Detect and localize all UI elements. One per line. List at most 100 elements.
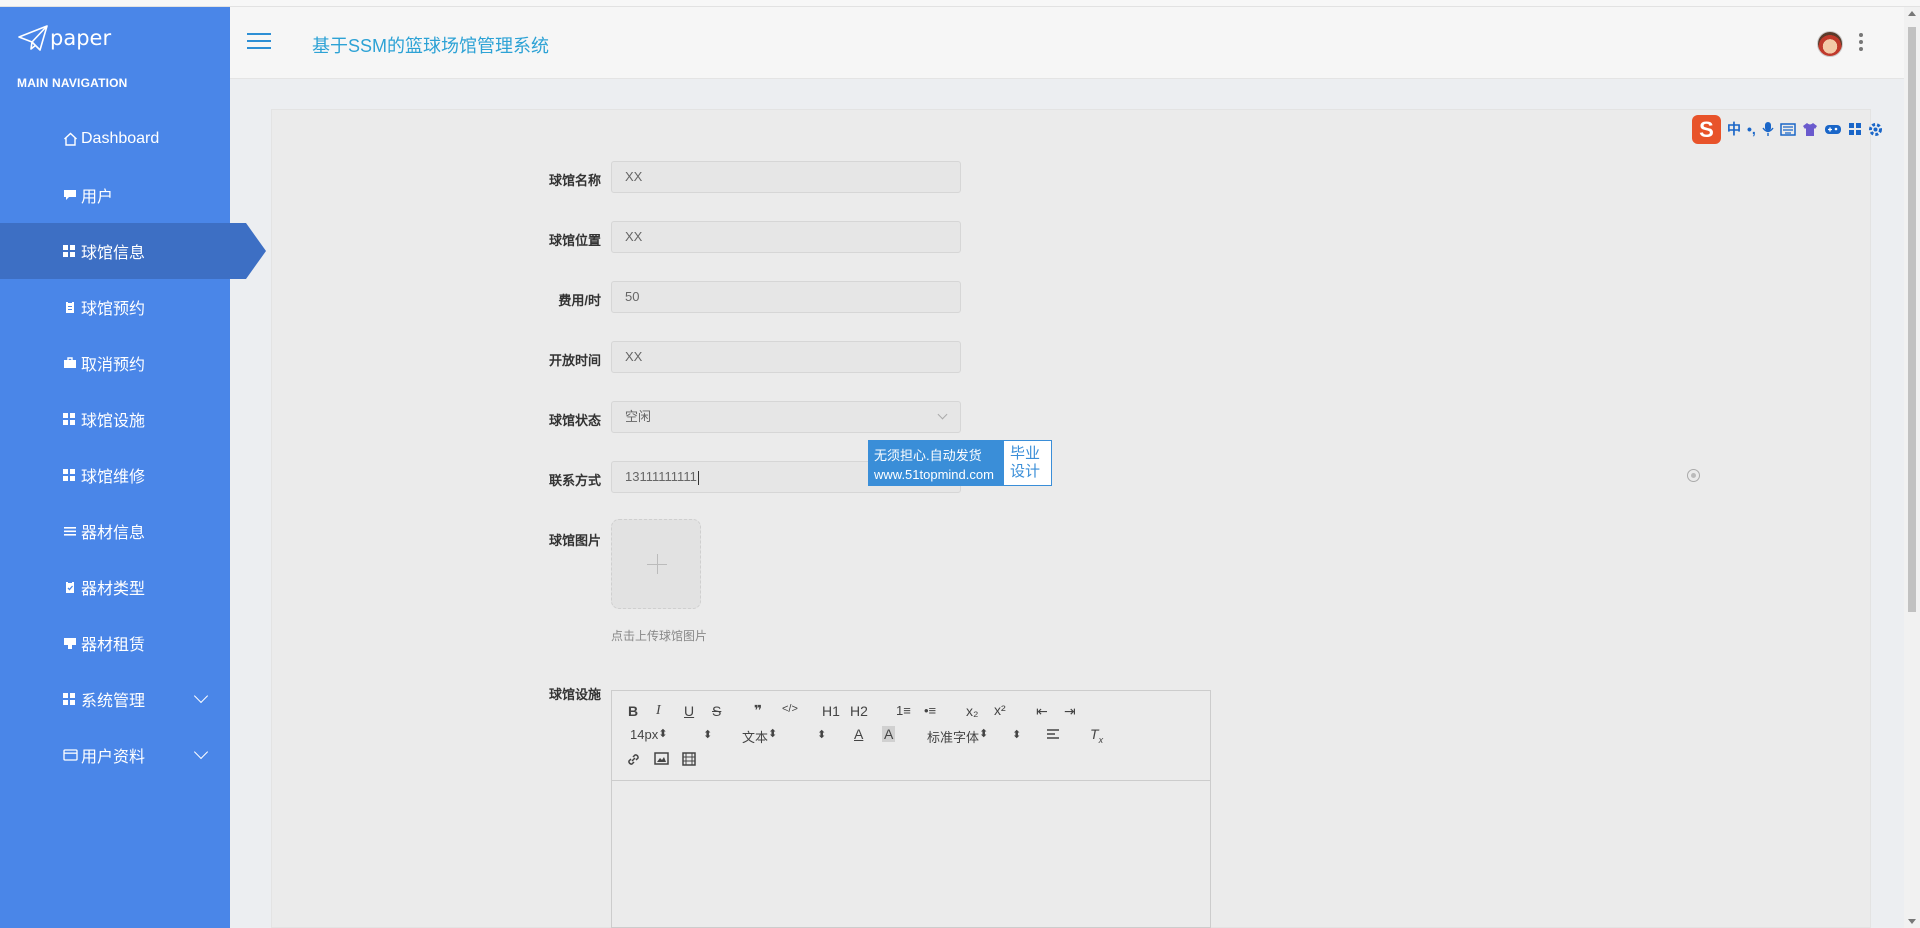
logo[interactable]: paper: [18, 23, 111, 53]
apps-grid-icon[interactable]: [1848, 122, 1862, 136]
venue-status-select[interactable]: 空闲: [611, 401, 961, 433]
venue-facilities-label: 球馆设施: [548, 687, 601, 702]
gamepad-icon[interactable]: [1824, 123, 1842, 136]
text-caret: [697, 470, 699, 485]
chevron-down-icon: [193, 688, 209, 704]
scroll-down-icon[interactable]: [1908, 919, 1916, 924]
link-icon[interactable]: [626, 752, 641, 767]
clipboard-icon: [66, 301, 74, 313]
blockquote-button[interactable]: ❞: [754, 702, 762, 719]
venue-image-label: 球馆图片: [548, 533, 601, 548]
align-left-icon[interactable]: [1046, 729, 1060, 741]
bullet-list-button[interactable]: •≡: [924, 703, 936, 718]
clear-format-icon[interactable]: Tx: [1090, 726, 1103, 745]
font-color-icon[interactable]: A: [854, 726, 863, 742]
sidebar-item-equipment-type[interactable]: 器材类型: [0, 559, 265, 615]
venue-name-input[interactable]: XX: [611, 161, 961, 193]
image-upload-button[interactable]: [611, 519, 701, 609]
sidebar-item-user-profile[interactable]: 用户资料: [0, 727, 265, 783]
more-vertical-icon[interactable]: [1859, 33, 1863, 53]
sogou-logo-icon[interactable]: S: [1692, 114, 1721, 144]
ime-punctuation-toggle[interactable]: •,: [1747, 121, 1756, 137]
code-block-button[interactable]: </>: [782, 703, 798, 715]
sidebar-item-system-management[interactable]: 系统管理: [0, 671, 265, 727]
header-select[interactable]: 文本: [742, 727, 777, 746]
page-scrollbar[interactable]: [1904, 7, 1920, 928]
grid-icon: [63, 693, 75, 705]
ad-line-1: 无须担心.自动发货: [874, 448, 982, 463]
clear-circle-icon[interactable]: [1687, 469, 1700, 482]
sidebar-item-label: 球馆维修: [81, 469, 146, 486]
sidebar-item-venue-info[interactable]: 球馆信息: [0, 223, 266, 279]
strike-button[interactable]: S: [712, 703, 721, 719]
open-time-input[interactable]: XX: [611, 341, 961, 373]
venue-location-label: 球馆位置: [548, 233, 601, 248]
indent-button[interactable]: ⇥: [1064, 703, 1076, 720]
font-family-select[interactable]: 标准字体: [927, 727, 988, 746]
avatar[interactable]: [1817, 31, 1843, 57]
microphone-icon[interactable]: [1762, 121, 1774, 137]
sidebar-item-label: 球馆设施: [81, 413, 146, 430]
sidebar-item-label: 器材租赁: [81, 637, 146, 654]
superscript-button[interactable]: x²: [994, 702, 1006, 718]
sidebar-item-label: Dashboard: [81, 130, 160, 147]
briefcase-icon: [64, 357, 76, 368]
menu-toggle-icon[interactable]: [247, 33, 271, 51]
sidebar-item-label: 取消预约: [81, 357, 146, 374]
open-time-label: 开放时间: [548, 353, 601, 368]
ime-mode-toggle[interactable]: 中: [1727, 119, 1741, 139]
subscript-button[interactable]: x₂: [966, 703, 978, 719]
sidebar-item-label: 球馆预约: [81, 301, 146, 318]
chevron-down-icon: [193, 744, 209, 760]
image-icon[interactable]: [654, 752, 669, 765]
scroll-up-icon[interactable]: [1908, 11, 1916, 16]
outdent-button[interactable]: ⇤: [1036, 703, 1048, 720]
skin-shirt-icon[interactable]: [1802, 122, 1818, 137]
venue-location-input[interactable]: XX: [611, 221, 961, 253]
settings-gear-icon[interactable]: [1868, 122, 1883, 137]
header-arrows-icon: ⬍: [817, 729, 827, 741]
upload-tip: 点击上传球馆图片: [611, 629, 708, 643]
font-size-select[interactable]: 14px: [630, 727, 710, 742]
venue-name-label: 球馆名称: [548, 173, 601, 188]
font-size-value: 14px: [630, 727, 659, 742]
keyboard-icon[interactable]: [1780, 122, 1796, 136]
home-icon: [64, 132, 77, 146]
ordered-list-button[interactable]: 1≡: [896, 703, 911, 718]
sidebar-item-venue-booking[interactable]: 球馆预约: [0, 279, 265, 335]
fee-per-hour-input[interactable]: 50: [611, 281, 961, 313]
sidebar-item-label: 器材信息: [81, 525, 146, 542]
video-icon[interactable]: [682, 752, 696, 766]
contact-label: 联系方式: [548, 473, 601, 488]
editor-content-area[interactable]: [612, 781, 1210, 927]
grid-icon: [63, 245, 75, 257]
logo-text: paper: [50, 26, 112, 50]
ime-toolbar[interactable]: S 中 •,: [1692, 114, 1916, 144]
sidebar-item-label: 球馆信息: [81, 245, 146, 262]
underline-button[interactable]: U: [684, 703, 694, 719]
sidebar-item-label: 系统管理: [81, 693, 146, 710]
sidebar-item-users[interactable]: 用户: [0, 167, 265, 223]
venue-status-value: 空闲: [625, 409, 652, 424]
italic-button[interactable]: I: [656, 703, 661, 719]
fee-per-hour-label: 费用/时: [558, 293, 601, 308]
scrollbar-thumb[interactable]: [1908, 27, 1916, 612]
ad-line-2: www.51topmind.com: [874, 467, 994, 482]
background-color-icon[interactable]: A: [882, 726, 896, 742]
ad-right-2: 设计: [1010, 463, 1041, 480]
ad-banner[interactable]: 无须担心.自动发货 www.51topmind.com 毕业 设计: [868, 440, 1052, 486]
ad-right: 毕业 设计: [1004, 441, 1051, 485]
nav-heading: MAIN NAVIGATION: [17, 76, 128, 90]
list-icon: [64, 527, 76, 536]
sidebar-item-equipment-rental[interactable]: 器材租赁: [0, 615, 265, 671]
sidebar-item-venue-facilities[interactable]: 球馆设施: [0, 391, 265, 447]
bold-button[interactable]: B: [628, 703, 638, 719]
sidebar-item-venue-repair[interactable]: 球馆维修: [0, 447, 265, 503]
sidebar-item-equipment-info[interactable]: 器材信息: [0, 503, 265, 559]
sidebar-item-cancel-booking[interactable]: 取消预约: [0, 335, 265, 391]
ad-left: 无须担心.自动发货 www.51topmind.com: [869, 441, 1004, 485]
sidebar-item-dashboard[interactable]: Dashboard: [0, 111, 265, 167]
header-2-button[interactable]: H2: [850, 703, 868, 719]
header-1-button[interactable]: H1: [822, 703, 840, 719]
sidebar: paper MAIN NAVIGATION Dashboard 用户 球馆信息 …: [0, 7, 266, 928]
